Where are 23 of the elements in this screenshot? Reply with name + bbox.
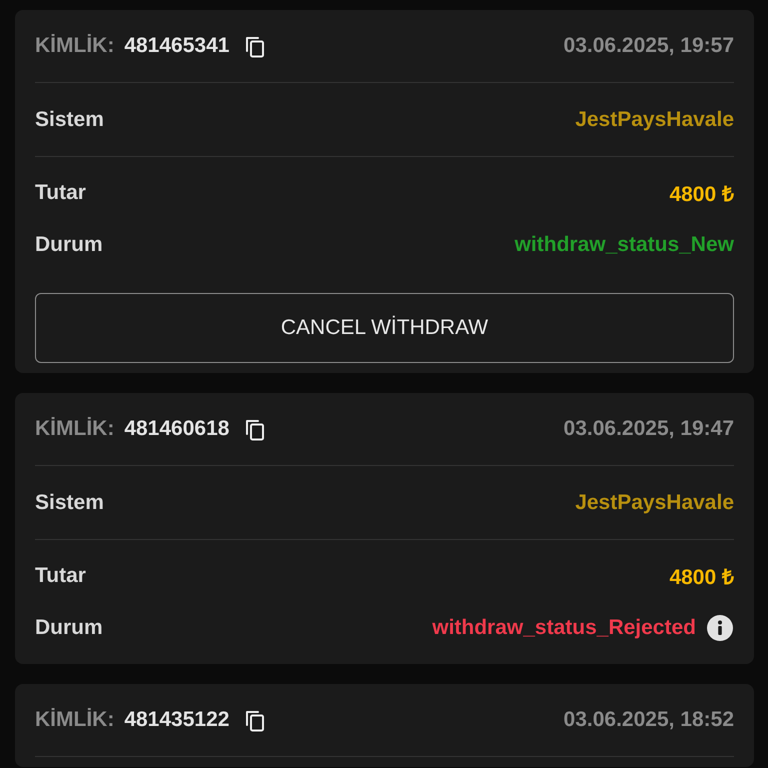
field-label: Sistem — [35, 490, 104, 514]
transaction-date: 03.06.2025, 19:47 — [564, 417, 734, 441]
transaction-id: 481465341 — [124, 34, 230, 58]
field-label: Tutar — [35, 564, 86, 588]
field-label: Durum — [35, 616, 103, 640]
transaction-date: 03.06.2025, 18:52 — [564, 708, 734, 732]
status-value: withdraw_status_Rejected — [432, 616, 696, 640]
transaction-date: 03.06.2025, 19:57 — [564, 34, 734, 58]
amount-value: 4800 ₺ — [669, 182, 734, 207]
transaction-id: 481435122 — [124, 708, 230, 732]
transaction-id: 481460618 — [124, 417, 230, 441]
field-label: Durum — [35, 233, 103, 257]
id-label: KİMLİK: — [35, 708, 114, 732]
info-icon[interactable] — [706, 614, 734, 642]
status-value: withdraw_status_New — [514, 233, 734, 257]
payment-system: JestPaysHavale — [575, 108, 734, 132]
amount-value: 4800 ₺ — [669, 565, 734, 590]
id-label: KİMLİK: — [35, 417, 114, 441]
field-label: Sistem — [35, 108, 104, 132]
field-label: Tutar — [35, 181, 86, 205]
id-label: KİMLİK: — [35, 34, 114, 58]
payment-system: JestPaysHavale — [575, 490, 734, 514]
cancel-withdraw-button[interactable]: CANCEL WİTHDRAW — [35, 293, 734, 363]
